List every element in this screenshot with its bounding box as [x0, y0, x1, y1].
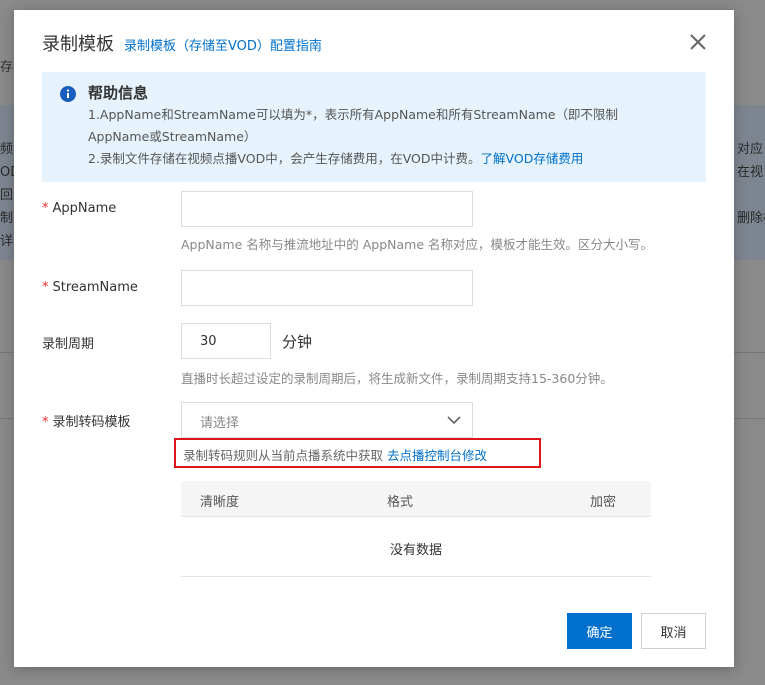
period-hint: 直播时长超过设定的录制周期后，将生成新文件，录制周期支持15-360分钟。 [181, 371, 613, 386]
period-unit: 分钟 [282, 333, 313, 351]
required-mark: * [42, 201, 49, 216]
close-icon[interactable] [688, 32, 708, 52]
help-line-1b: AppName或StreamName） [88, 129, 257, 144]
background-tab-fragment: 存 [0, 60, 14, 75]
column-header-format: 格式 [387, 495, 414, 510]
select-placeholder: 请选择 [200, 416, 240, 431]
background-right-text: 对应 在视 删除模 [737, 142, 765, 226]
appname-input[interactable] [181, 191, 473, 227]
help-info-panel: 帮助信息 1.AppName和StreamName可以填为*，表示所有AppNa… [42, 72, 706, 182]
record-template-dialog: 录制模板 录制模板（存储至VOD）配置指南 帮助信息 1.AppName和Str… [14, 10, 734, 667]
highlight-box: 录制转码规则从当前点播系统中获取 去点播控制台修改 [174, 438, 541, 468]
vod-console-link[interactable]: 去点播控制台修改 [387, 448, 487, 463]
info-icon [60, 86, 76, 102]
transcode-table: 清晰度 格式 加密 没有数据 [181, 481, 651, 577]
help-line-1: 1.AppName和StreamName可以填为*，表示所有AppName和所有… [88, 107, 618, 122]
empty-text: 没有数据 [389, 543, 442, 558]
required-mark: * [42, 415, 49, 430]
help-title: 帮助信息 [88, 84, 149, 102]
vod-storage-fee-link[interactable]: 了解VOD存储费用 [481, 151, 584, 166]
column-header-resolution: 清晰度 [200, 495, 240, 510]
required-mark: * [42, 280, 49, 295]
transcode-template-label: * 录制转码模板 [42, 415, 131, 430]
transcode-template-select[interactable]: 请选择 [181, 402, 473, 438]
table-body: 没有数据 [181, 517, 651, 577]
appname-label: * AppName [42, 201, 117, 216]
confirm-button[interactable]: 确定 [567, 613, 632, 649]
dialog-title: 录制模板 [42, 34, 114, 55]
period-label: 录制周期 [42, 337, 95, 352]
chevron-down-icon [446, 412, 462, 428]
streamname-label: * StreamName [42, 280, 138, 295]
streamname-input[interactable] [181, 270, 473, 306]
transcode-rule-text: 录制转码规则从当前点播系统中获取 去点播控制台修改 [183, 448, 488, 463]
column-header-encryption: 加密 [590, 495, 617, 510]
period-input[interactable] [181, 323, 271, 359]
dialog-header: 录制模板 录制模板（存储至VOD）配置指南 [42, 30, 322, 55]
help-line-2: 2.录制文件存储在视频点播VOD中，会产生存储费用，在VOD中计费。了解VOD存… [88, 151, 584, 166]
appname-hint: AppName 名称与推流地址中的 AppName 名称对应，模板才能生效。区分… [181, 237, 654, 252]
cancel-button[interactable]: 取消 [641, 613, 706, 649]
table-header: 清晰度 格式 加密 [181, 481, 651, 517]
config-guide-link[interactable]: 录制模板（存储至VOD）配置指南 [124, 35, 322, 54]
